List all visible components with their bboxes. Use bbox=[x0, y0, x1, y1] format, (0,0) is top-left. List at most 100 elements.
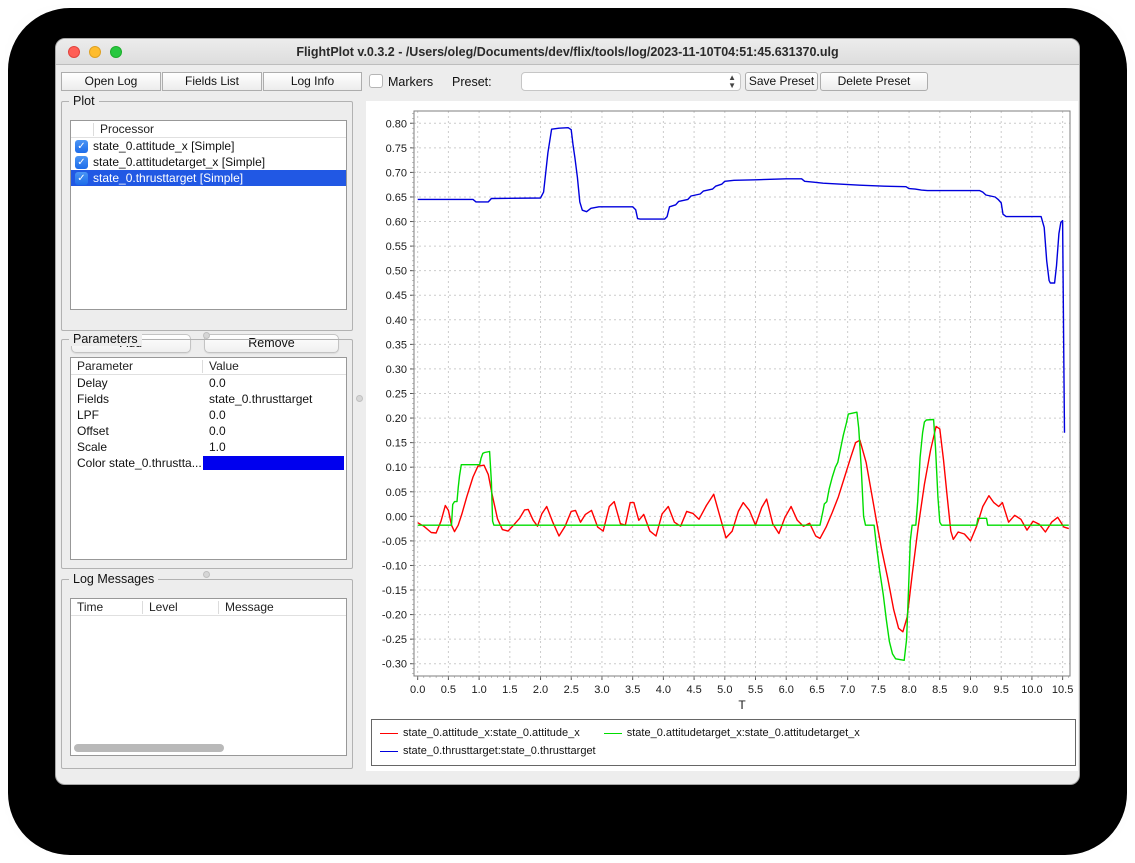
preset-select[interactable]: ▲▼ bbox=[521, 72, 741, 91]
svg-text:0.60: 0.60 bbox=[386, 217, 407, 229]
svg-text:-0.20: -0.20 bbox=[382, 610, 407, 622]
series-checkbox[interactable]: ✓ bbox=[75, 156, 88, 169]
splitter-handle-vertical[interactable] bbox=[356, 395, 363, 402]
preset-label: Preset: bbox=[452, 75, 492, 89]
legend-item: state_0.attitudetarget_x:state_0.attitud… bbox=[604, 724, 860, 742]
svg-text:1.5: 1.5 bbox=[502, 684, 517, 696]
splitter-handle-bottom[interactable] bbox=[203, 571, 210, 578]
x-axis-label: T bbox=[738, 698, 746, 712]
legend-line-swatch bbox=[604, 733, 622, 734]
series-line bbox=[418, 128, 1065, 433]
log-messages-panel-title: Log Messages bbox=[69, 572, 158, 586]
svg-text:-0.10: -0.10 bbox=[382, 560, 407, 572]
svg-text:1.0: 1.0 bbox=[471, 684, 486, 696]
svg-text:-0.15: -0.15 bbox=[382, 585, 407, 597]
parameter-value[interactable]: 0.0 bbox=[203, 376, 346, 390]
log-messages-table[interactable]: Time Level Message bbox=[70, 598, 347, 756]
parameter-name: Fields bbox=[71, 392, 203, 406]
series-label: state_0.attitude_x [Simple] bbox=[93, 139, 234, 153]
svg-text:6.5: 6.5 bbox=[809, 684, 824, 696]
titlebar[interactable]: FlightPlot v.0.3.2 - /Users/oleg/Documen… bbox=[56, 39, 1079, 65]
parameters-panel: Parameters Parameter Value Delay0.0Field… bbox=[61, 339, 353, 569]
svg-text:0.75: 0.75 bbox=[386, 143, 407, 155]
svg-text:10.0: 10.0 bbox=[1021, 684, 1042, 696]
parameter-color-swatch[interactable] bbox=[203, 456, 344, 470]
svg-text:0.0: 0.0 bbox=[410, 684, 425, 696]
delete-preset-button[interactable]: Delete Preset bbox=[820, 72, 928, 91]
plot-series-row[interactable]: ✓ state_0.thrusttarget [Simple] bbox=[71, 170, 346, 186]
series-line bbox=[418, 426, 1069, 631]
log-info-button[interactable]: Log Info bbox=[263, 72, 362, 91]
flight-plot-chart[interactable]: 0.00.51.01.52.02.53.03.54.04.55.05.56.06… bbox=[366, 101, 1078, 716]
svg-text:0.45: 0.45 bbox=[386, 290, 407, 302]
svg-text:0.50: 0.50 bbox=[386, 266, 407, 278]
column-header-level: Level bbox=[143, 601, 219, 614]
svg-text:7.5: 7.5 bbox=[871, 684, 886, 696]
plot-series-row[interactable]: ✓ state_0.attitudetarget_x [Simple] bbox=[71, 154, 346, 170]
series-label: state_0.attitudetarget_x [Simple] bbox=[93, 155, 265, 169]
plot-series-row[interactable]: ✓ state_0.attitude_x [Simple] bbox=[71, 138, 346, 154]
open-log-button[interactable]: Open Log bbox=[61, 72, 161, 91]
legend-item: state_0.attitude_x:state_0.attitude_x bbox=[380, 724, 580, 742]
svg-text:-0.05: -0.05 bbox=[382, 536, 407, 548]
svg-text:0.30: 0.30 bbox=[386, 364, 407, 376]
column-header-time: Time bbox=[71, 601, 143, 614]
markers-checkbox[interactable] bbox=[369, 74, 383, 88]
save-preset-button[interactable]: Save Preset bbox=[745, 72, 818, 91]
parameter-row: Fieldsstate_0.thrusttarget bbox=[71, 391, 346, 407]
svg-text:-0.25: -0.25 bbox=[382, 634, 407, 646]
parameter-name: Color state_0.thrustta... bbox=[71, 456, 203, 470]
series-label: state_0.thrusttarget [Simple] bbox=[93, 171, 243, 185]
parameter-value[interactable]: 0.0 bbox=[203, 408, 346, 422]
parameter-row: Delay0.0 bbox=[71, 375, 346, 391]
series-checkbox[interactable]: ✓ bbox=[75, 172, 88, 185]
parameter-value[interactable]: 1.0 bbox=[203, 440, 346, 454]
svg-text:2.0: 2.0 bbox=[533, 684, 548, 696]
svg-text:7.0: 7.0 bbox=[840, 684, 855, 696]
parameter-row: LPF0.0 bbox=[71, 407, 346, 423]
svg-text:0.05: 0.05 bbox=[386, 487, 407, 499]
parameters-panel-title: Parameters bbox=[69, 332, 142, 346]
chevron-up-down-icon: ▲▼ bbox=[728, 74, 736, 90]
svg-text:6.0: 6.0 bbox=[779, 684, 794, 696]
svg-text:0.55: 0.55 bbox=[386, 241, 407, 253]
plot-panel-title: Plot bbox=[69, 94, 99, 108]
svg-text:2.5: 2.5 bbox=[564, 684, 579, 696]
parameter-row: Color state_0.thrustta... bbox=[71, 455, 346, 471]
legend-label: state_0.attitudetarget_x:state_0.attitud… bbox=[627, 727, 860, 739]
markers-label: Markers bbox=[388, 75, 433, 89]
plot-series-list[interactable]: Processor ✓ state_0.attitude_x [Simple] ✓ s… bbox=[70, 120, 347, 310]
chart-axes: 0.00.51.01.52.02.53.03.54.04.55.05.56.06… bbox=[382, 111, 1073, 712]
column-header-processor: Processor bbox=[93, 123, 154, 136]
svg-text:0.5: 0.5 bbox=[441, 684, 456, 696]
parameter-value[interactable]: 0.0 bbox=[203, 424, 346, 438]
svg-text:0.15: 0.15 bbox=[386, 438, 407, 450]
chart-grid bbox=[414, 111, 1070, 676]
horizontal-scrollbar-thumb[interactable] bbox=[74, 744, 224, 752]
splitter-handle-top[interactable] bbox=[203, 332, 210, 339]
parameter-name: Scale bbox=[71, 440, 203, 454]
svg-text:0.40: 0.40 bbox=[386, 315, 407, 327]
log-messages-panel: Log Messages Time Level Message bbox=[61, 579, 353, 769]
legend-item: state_0.thrusttarget:state_0.thrusttarge… bbox=[380, 742, 596, 760]
legend-label: state_0.attitude_x:state_0.attitude_x bbox=[403, 727, 580, 739]
svg-text:3.0: 3.0 bbox=[594, 684, 609, 696]
parameter-name: Offset bbox=[71, 424, 203, 438]
svg-text:0.20: 0.20 bbox=[386, 413, 407, 425]
column-header-value: Value bbox=[203, 360, 239, 373]
parameters-table[interactable]: Parameter Value Delay0.0Fieldsstate_0.th… bbox=[70, 357, 347, 560]
svg-text:-0.30: -0.30 bbox=[382, 659, 407, 671]
svg-text:8.5: 8.5 bbox=[932, 684, 947, 696]
svg-text:9.0: 9.0 bbox=[963, 684, 978, 696]
svg-text:4.0: 4.0 bbox=[656, 684, 671, 696]
fields-list-button[interactable]: Fields List bbox=[162, 72, 262, 91]
parameter-value[interactable]: state_0.thrusttarget bbox=[203, 392, 346, 406]
series-checkbox[interactable]: ✓ bbox=[75, 140, 88, 153]
flightplot-window: FlightPlot v.0.3.2 - /Users/oleg/Documen… bbox=[55, 38, 1080, 785]
svg-text:4.5: 4.5 bbox=[686, 684, 701, 696]
preset-selected-value bbox=[522, 75, 528, 89]
svg-text:0.65: 0.65 bbox=[386, 192, 407, 204]
svg-text:10.5: 10.5 bbox=[1052, 684, 1073, 696]
svg-text:5.0: 5.0 bbox=[717, 684, 732, 696]
column-header-parameter: Parameter bbox=[71, 360, 203, 373]
